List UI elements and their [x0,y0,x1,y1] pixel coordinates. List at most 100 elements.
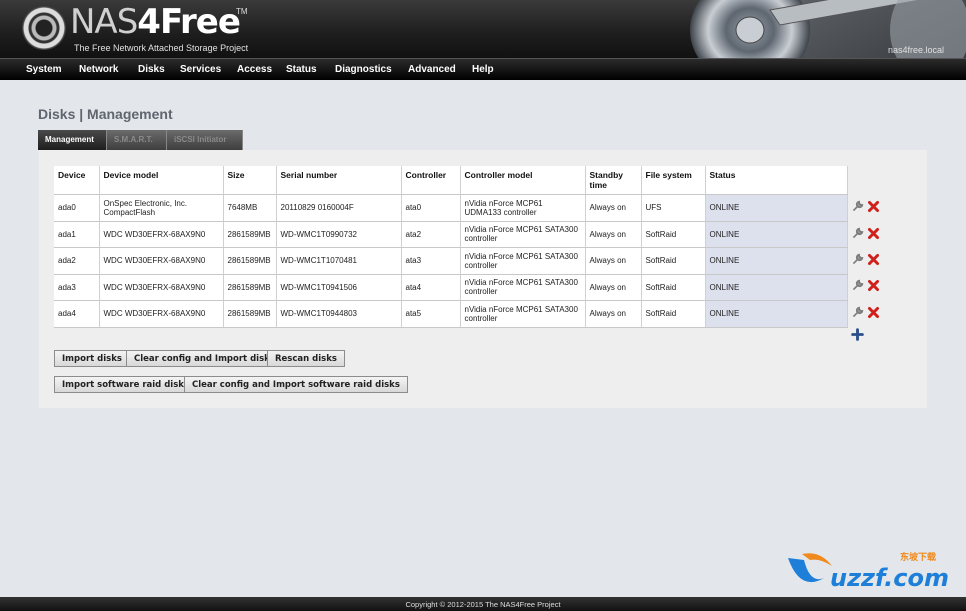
cell-file-system: SoftRaid [641,274,706,301]
cell-controller: ata0 [401,194,461,222]
clear-config-import-disks-button[interactable]: Clear config and Import disks [126,350,283,367]
cell-file-system: SoftRaid [641,247,706,275]
col-file-system: File system [641,166,706,195]
cell-file-system: UFS [641,194,706,222]
cell-device: ada3 [54,274,100,301]
cell-controller: ata3 [401,247,461,275]
watermark-cn-text: 东坡下载 [900,551,936,563]
disks-table: Device Device model Size Serial number C… [54,166,848,328]
cell-standby: Always on [585,300,642,328]
nav-disks[interactable]: Disks [138,64,165,75]
cell-controller-model: nVidia nForce MCP61 UDMA133 controller [460,194,586,222]
col-controller: Controller [401,166,461,195]
cell-status: ONLINE [705,221,848,248]
cell-standby: Always on [585,274,642,301]
tab-smart[interactable]: S.M.A.R.T. [107,130,167,150]
nav-access[interactable]: Access [237,64,272,75]
cell-controller: ata5 [401,300,461,328]
cell-device-model: WDC WD30EFRX-68AX9N0 [99,247,224,275]
col-controller-model: Controller model [460,166,586,195]
content-panel: Device Device model Size Serial number C… [39,150,927,408]
cell-device: ada0 [54,194,100,222]
uzzf-watermark-logo: uzzf.com 东坡下载 [788,551,949,592]
cell-size: 2861589MB [223,274,277,301]
nav-network[interactable]: Network [79,64,118,75]
cell-status: ONLINE [705,194,848,222]
cell-size: 2861589MB [223,300,277,328]
cell-size: 7648MB [223,194,277,222]
cell-serial: WD-WMC1T0990732 [276,221,402,248]
rescan-disks-button[interactable]: Rescan disks [267,350,345,367]
hostname: nas4free.local [887,45,944,55]
col-device: Device [54,166,100,195]
import-software-raid-disks-button[interactable]: Import software raid disks [54,376,197,393]
cell-device-model: WDC WD30EFRX-68AX9N0 [99,300,224,328]
cell-standby: Always on [585,247,642,275]
nav-help[interactable]: Help [472,64,494,75]
main-nav: System Network Disks Services Access Sta… [0,58,966,80]
tab-iscsi-initiator[interactable]: iSCSI Initiator [167,130,243,150]
cell-serial: WD-WMC1T0941506 [276,274,402,301]
cell-controller: ata4 [401,274,461,301]
cell-status: ONLINE [705,274,848,301]
delete-x-icon[interactable] [867,306,880,319]
cell-device: ada1 [54,221,100,248]
delete-x-icon[interactable] [867,200,880,213]
watermark-text: uzzf.com [830,564,949,592]
table-row: ada4 WDC WD30EFRX-68AX9N0 2861589MB WD-W… [54,300,848,328]
logo-ring-icon [22,6,66,50]
cell-device-model: WDC WD30EFRX-68AX9N0 [99,221,224,248]
nav-status[interactable]: Status [286,64,317,75]
nav-diagnostics[interactable]: Diagnostics [335,64,392,75]
cell-controller-model: nVidia nForce MCP61 SATA300 controller [460,247,586,275]
cell-file-system: SoftRaid [641,300,706,328]
cell-controller: ata2 [401,221,461,248]
wrench-icon[interactable] [851,279,864,292]
cell-standby: Always on [585,221,642,248]
footer-copyright: Copyright © 2012-2015 The NAS4Free Proje… [0,597,966,611]
nav-system[interactable]: System [26,64,62,75]
cell-status: ONLINE [705,300,848,328]
logo-trademark: TM [236,7,248,16]
wrench-icon[interactable] [851,200,864,213]
cell-size: 2861589MB [223,247,277,275]
cell-device: ada4 [54,300,100,328]
delete-x-icon[interactable] [867,279,880,292]
col-size: Size [223,166,277,195]
cell-controller-model: nVidia nForce MCP61 SATA300 controller [460,274,586,301]
cell-serial: WD-WMC1T0944803 [276,300,402,328]
cell-controller-model: nVidia nForce MCP61 SATA300 controller [460,300,586,328]
wrench-icon[interactable] [851,306,864,319]
delete-x-icon[interactable] [867,227,880,240]
col-standby-time: Standby time [585,166,642,195]
col-serial-number: Serial number [276,166,402,195]
cell-status: ONLINE [705,247,848,275]
table-header-row: Device Device model Size Serial number C… [54,166,848,195]
nav-advanced[interactable]: Advanced [408,64,456,75]
cell-serial: 20110829 0160004F [276,194,402,222]
plus-icon[interactable] [851,328,864,341]
tab-management[interactable]: Management [38,130,107,150]
logo: NAS4Free [70,2,241,42]
cell-file-system: SoftRaid [641,221,706,248]
import-disks-button[interactable]: Import disks [54,350,130,367]
col-status: Status [705,166,848,195]
logo-subtitle: The Free Network Attached Storage Projec… [74,43,249,53]
header-banner: NAS4Free TM The Free Network Attached St… [0,0,966,58]
table-row: ada0 OnSpec Electronic, Inc. CompactFlas… [54,194,848,222]
cell-size: 2861589MB [223,221,277,248]
cell-standby: Always on [585,194,642,222]
clear-config-import-software-raid-disks-button[interactable]: Clear config and Import software raid di… [184,376,408,393]
table-row: ada2 WDC WD30EFRX-68AX9N0 2861589MB WD-W… [54,247,848,275]
table-row: ada3 WDC WD30EFRX-68AX9N0 2861589MB WD-W… [54,274,848,301]
wrench-icon[interactable] [851,253,864,266]
cell-controller-model: nVidia nForce MCP61 SATA300 controller [460,221,586,248]
wrench-icon[interactable] [851,227,864,240]
cell-serial: WD-WMC1T1070481 [276,247,402,275]
page-title: Disks | Management [38,106,173,122]
cell-device-model: WDC WD30EFRX-68AX9N0 [99,274,224,301]
table-row: ada1 WDC WD30EFRX-68AX9N0 2861589MB WD-W… [54,221,848,248]
delete-x-icon[interactable] [867,253,880,266]
nav-services[interactable]: Services [180,64,221,75]
cell-device-model: OnSpec Electronic, Inc. CompactFlash [99,194,224,222]
